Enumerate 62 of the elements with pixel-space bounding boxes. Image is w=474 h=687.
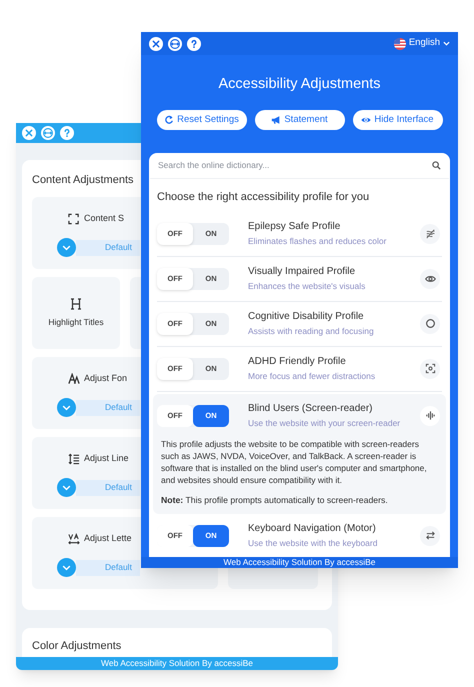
header-button[interactable]: Statement <box>254 110 344 130</box>
tile-label: Adjust Lette <box>84 532 132 546</box>
font-size-icon <box>68 373 80 385</box>
profile-description: Eliminates flashes and reduces color <box>248 236 388 246</box>
profile-name: Cognitive Disability Profile <box>248 310 365 322</box>
stepper-value: Default <box>105 241 132 254</box>
section-title: Content Adjustments <box>32 173 135 187</box>
heading-icon <box>71 298 81 310</box>
language-selector[interactable]: English <box>408 36 440 51</box>
profile-name: Epilepsy Safe Profile <box>248 220 342 232</box>
close-icon[interactable] <box>149 36 163 50</box>
profile-details: This profile adjusts the website to be compatible with screen-readers such as JAWS, NVDA, VoiceOver, and TalkBack. A screen-reader is software that is installed on the blind user's computer and smartphone, and websites should ensure compatibility with it. <box>160 438 428 486</box>
focus-icon <box>424 363 436 374</box>
double-arrow-icon[interactable] <box>41 126 55 140</box>
profile-description: Use the website with your screen-reader <box>248 418 402 428</box>
option-tile[interactable]: Highlight Titles <box>32 277 120 349</box>
chevron-down-icon[interactable] <box>57 398 76 417</box>
line-height-icon <box>68 453 80 465</box>
eye-icon <box>361 115 372 125</box>
window-title: Accessibility Adjustments <box>218 75 382 93</box>
help-icon[interactable] <box>187 36 201 50</box>
megaphone-icon <box>271 115 282 125</box>
profile-name: Keyboard Navigation (Motor) <box>248 522 377 534</box>
profile-description: Enhances the website's visuals <box>248 280 366 292</box>
expand-icon <box>68 213 80 225</box>
swap-arrows-icon <box>424 530 436 541</box>
reset-icon <box>164 115 174 125</box>
search-field[interactable]: Search the online dictionary... <box>158 159 432 172</box>
header-button[interactable]: Reset Settings <box>156 110 246 130</box>
footer-text: Web Accessibility Solution By accessiBe <box>224 557 376 568</box>
stepper-value: Default <box>105 561 132 574</box>
profile-description: More focus and fewer distractions <box>248 370 376 382</box>
close-icon[interactable] <box>22 126 36 140</box>
profile-description: Assists with reading and focusing <box>248 326 375 336</box>
tile-label: Highlight Titles <box>48 316 104 328</box>
caret-icon[interactable] <box>443 40 450 47</box>
flag-icon <box>394 38 406 50</box>
profile-name: Visually Impaired Profile <box>248 266 356 278</box>
profile-name: ADHD Friendly Profile <box>248 356 347 368</box>
chevron-down-icon[interactable] <box>57 558 76 577</box>
stepper-value: Default <box>105 481 132 494</box>
profile-note: Note: This profile prompts automatically to screen-readers. <box>160 494 389 506</box>
section-heading: Choose the right accessibility profile for you <box>156 190 370 205</box>
search-icon[interactable] <box>432 161 441 170</box>
flash-off-icon <box>424 228 436 239</box>
chevron-down-icon[interactable] <box>57 238 76 257</box>
tile-label: Adjust Line <box>84 452 129 466</box>
eye-icon <box>424 273 436 284</box>
profile-name: Blind Users (Screen-reader) <box>248 402 374 414</box>
double-arrow-icon[interactable] <box>168 36 182 50</box>
tile-label: Adjust Fon <box>84 372 128 386</box>
profile-description: Use the website with the keyboard <box>248 538 378 548</box>
tile-label: Content S <box>84 212 124 226</box>
letter-spacing-icon <box>68 533 80 545</box>
header-button[interactable]: Hide Interface <box>352 110 442 130</box>
help-icon[interactable] <box>60 126 74 140</box>
chevron-down-icon[interactable] <box>57 478 76 497</box>
footer-text: Web Accessibility Solution By accessiBe <box>101 657 253 670</box>
sound-wave-icon <box>424 410 436 421</box>
ring-icon <box>424 318 436 329</box>
stepper-value: Default <box>105 401 132 414</box>
section-title: Color Adjustments <box>32 639 122 654</box>
